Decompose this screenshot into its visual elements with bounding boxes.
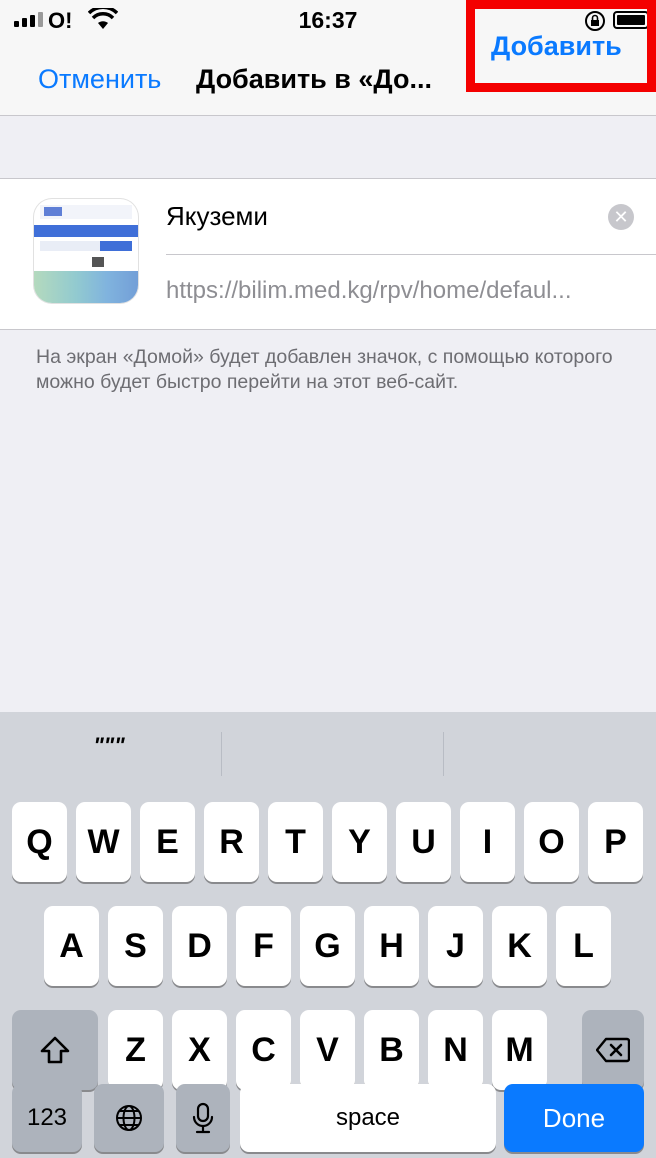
shift-key[interactable] xyxy=(12,1010,98,1090)
prediction-3[interactable] xyxy=(444,712,656,780)
key-z[interactable]: Z xyxy=(108,1010,163,1090)
key-e[interactable]: E xyxy=(140,802,195,882)
key-f[interactable]: F xyxy=(236,906,291,986)
hint-text: На экран «Домой» будет добавлен значок, … xyxy=(36,346,613,393)
cancel-button[interactable]: Отменить xyxy=(38,64,161,95)
key-j[interactable]: J xyxy=(428,906,483,986)
key-v[interactable]: V xyxy=(300,1010,355,1090)
backspace-icon xyxy=(596,1037,630,1063)
key-i[interactable]: I xyxy=(460,802,515,882)
microphone-icon xyxy=(192,1102,214,1134)
url-field: https://bilim.med.kg/rpv/home/defaul... xyxy=(166,277,572,304)
key-b[interactable]: B xyxy=(364,1010,419,1090)
globe-icon xyxy=(116,1105,142,1131)
key-x[interactable]: X xyxy=(172,1010,227,1090)
shift-icon xyxy=(40,1036,70,1064)
field-divider xyxy=(166,254,656,255)
key-s[interactable]: S xyxy=(108,906,163,986)
key-r[interactable]: R xyxy=(204,802,259,882)
done-key[interactable]: Done xyxy=(504,1084,644,1152)
key-w[interactable]: W xyxy=(76,802,131,882)
keyboard: """ Q W E R T Y U I O P A S D F G H J K … xyxy=(0,712,656,1158)
key-y[interactable]: Y xyxy=(332,802,387,882)
space-key[interactable]: space xyxy=(240,1084,496,1152)
key-a[interactable]: A xyxy=(44,906,99,986)
backspace-key[interactable] xyxy=(582,1010,644,1090)
prediction-1[interactable]: """ xyxy=(0,712,218,780)
predictive-bar: """ xyxy=(0,712,656,780)
key-h[interactable]: H xyxy=(364,906,419,986)
site-icon-thumbnail xyxy=(34,199,138,303)
page-title: Добавить в «До... xyxy=(196,64,432,94)
key-t[interactable]: T xyxy=(268,802,323,882)
bookmark-form: Якуземи ✕ https://bilim.med.kg/rpv/home/… xyxy=(0,178,656,330)
numbers-key[interactable]: 123 xyxy=(12,1084,82,1152)
key-m[interactable]: M xyxy=(492,1010,547,1090)
globe-key[interactable] xyxy=(94,1084,164,1152)
prediction-2[interactable] xyxy=(222,712,440,780)
key-l[interactable]: L xyxy=(556,906,611,986)
key-g[interactable]: G xyxy=(300,906,355,986)
add-button-highlight: Добавить xyxy=(466,0,656,92)
name-field[interactable]: Якуземи xyxy=(166,201,268,232)
key-k[interactable]: K xyxy=(492,906,547,986)
key-n[interactable]: N xyxy=(428,1010,483,1090)
key-d[interactable]: D xyxy=(172,906,227,986)
key-q[interactable]: Q xyxy=(12,802,67,882)
key-u[interactable]: U xyxy=(396,802,451,882)
key-p[interactable]: P xyxy=(588,802,643,882)
clear-icon[interactable]: ✕ xyxy=(608,204,634,230)
dictation-key[interactable] xyxy=(176,1084,230,1152)
key-o[interactable]: O xyxy=(524,802,579,882)
key-c[interactable]: C xyxy=(236,1010,291,1090)
add-button[interactable]: Добавить xyxy=(491,31,622,62)
